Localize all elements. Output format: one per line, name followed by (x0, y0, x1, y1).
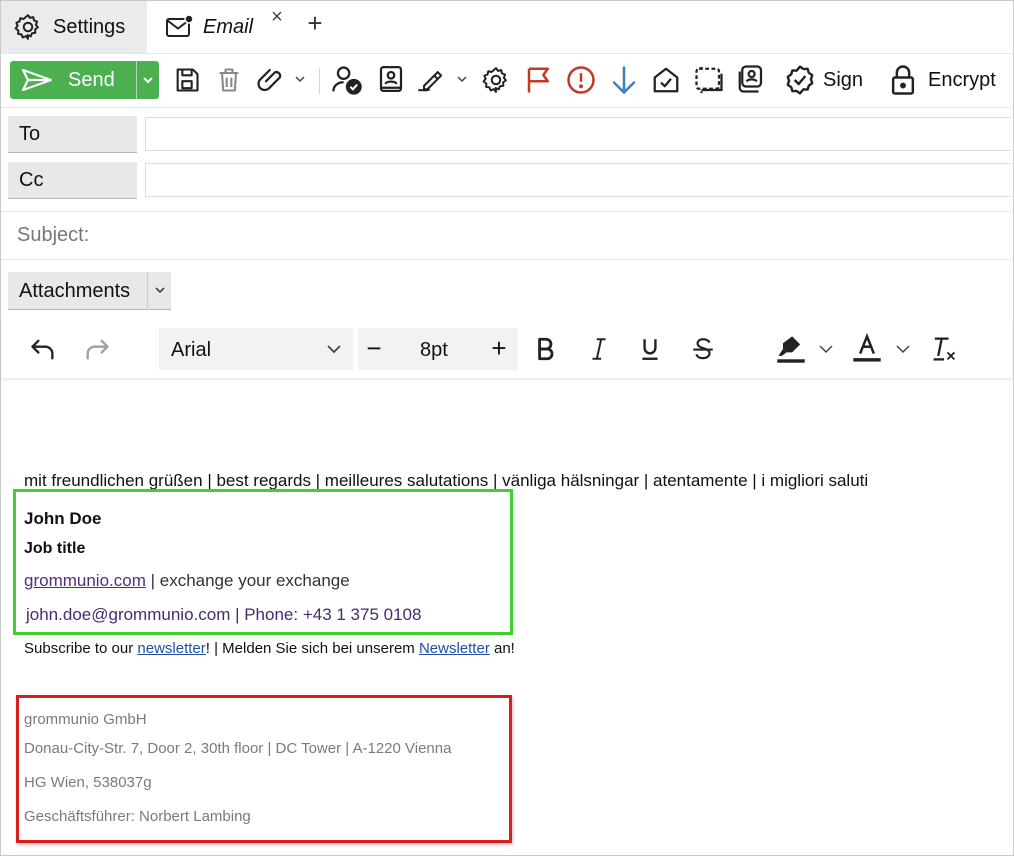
newsletter-line: Subscribe to our newsletter! | Melden Si… (24, 640, 515, 657)
redo-icon[interactable] (81, 334, 113, 364)
subject-row (1, 211, 1012, 260)
signature-tagline: | exchange your exchange (145, 571, 350, 590)
chevron-down-icon[interactable] (894, 342, 912, 356)
highlight-color-icon[interactable] (775, 332, 807, 366)
footer-registry: HG Wien, 538037g (24, 774, 152, 791)
attachments-split-divider (147, 272, 148, 310)
to-field[interactable] (145, 117, 1011, 151)
paperclip-icon[interactable] (255, 64, 287, 96)
tab-bar: Settings Email × + (1, 1, 1012, 54)
chevron-down-icon[interactable] (153, 282, 167, 303)
delete-icon[interactable] (213, 64, 245, 96)
flag-icon[interactable] (523, 64, 555, 96)
increase-font-size-button[interactable]: + (486, 334, 512, 364)
font-size-value[interactable]: 8pt (420, 339, 448, 362)
newsletter-link[interactable]: newsletter (137, 640, 205, 657)
gear-icon (13, 12, 43, 42)
format-toolbar: Arial − 8pt + (1, 320, 1012, 378)
close-tab-icon[interactable]: × (269, 7, 285, 27)
to-button[interactable]: To (8, 116, 137, 153)
compose-toolbar: Send Sign Encrypt (1, 54, 1012, 108)
sign-badge-icon[interactable] (783, 64, 817, 96)
italic-icon[interactable] (585, 334, 613, 364)
font-family-select[interactable]: Arial (159, 328, 353, 370)
subscribe-text-de: ! | Melden Sie sich bei unserem (205, 640, 419, 657)
underline-icon[interactable] (636, 334, 664, 364)
subscribe-text-end: an! (489, 640, 515, 657)
add-tab-button[interactable]: + (303, 10, 327, 37)
footer-address: Donau-City-Str. 7, Door 2, 30th floor | … (24, 740, 452, 757)
website-link[interactable]: grommunio.com (24, 571, 146, 590)
attachments-button[interactable]: Attachments (8, 272, 171, 310)
decrease-font-size-button[interactable]: − (362, 334, 386, 364)
font-size-stepper: − 8pt + (358, 328, 518, 370)
attachments-label: Attachments (19, 280, 131, 302)
low-importance-icon[interactable] (608, 64, 640, 96)
footer-company: grommunio GmbH (24, 711, 147, 728)
mail-notification-icon (165, 14, 195, 40)
chevron-down-icon[interactable] (293, 72, 307, 86)
check-names-icon[interactable] (329, 62, 365, 98)
save-icon[interactable] (171, 64, 203, 96)
subject-field[interactable] (1, 212, 1012, 259)
font-color-icon[interactable] (851, 332, 883, 366)
lock-icon[interactable] (887, 63, 919, 97)
clear-formatting-icon[interactable] (929, 333, 959, 365)
footer-director: Geschäftsführer: Norbert Lambing (24, 808, 251, 825)
cc-field[interactable] (145, 163, 1011, 197)
select-frame-icon[interactable] (693, 64, 725, 96)
send-icon (20, 67, 54, 98)
font-family-value: Arial (171, 339, 212, 361)
strikethrough-icon[interactable] (689, 334, 717, 364)
signature-job-title: Job title (24, 540, 86, 557)
undo-icon[interactable] (27, 334, 59, 364)
read-receipt-icon[interactable] (650, 64, 682, 96)
chevron-down-icon[interactable] (455, 72, 469, 86)
chevron-down-icon (325, 341, 343, 362)
address-book-icon[interactable] (375, 63, 407, 95)
chevron-down-icon[interactable] (141, 71, 155, 94)
gear-icon[interactable] (480, 64, 512, 96)
sign-label[interactable]: Sign (823, 67, 863, 93)
signature-pen-icon[interactable] (415, 63, 449, 95)
encrypt-label[interactable]: Encrypt (928, 67, 996, 93)
signature-name: John Doe (24, 509, 102, 528)
send-split-divider (136, 61, 137, 99)
chevron-down-icon[interactable] (817, 342, 835, 356)
subscribe-text: Subscribe to our (24, 640, 138, 657)
send-label: Send (68, 69, 115, 91)
toolbar-divider (319, 68, 320, 94)
cc-button[interactable]: Cc (8, 162, 137, 199)
tab-settings-label: Settings (53, 15, 126, 38)
tab-email-label: Email (203, 15, 254, 38)
contact-card-icon[interactable] (735, 63, 767, 95)
signature-contact-line[interactable]: john.doe@grommunio.com | Phone: +43 1 37… (26, 605, 421, 625)
send-button[interactable]: Send (10, 61, 159, 99)
high-importance-icon[interactable] (565, 64, 597, 96)
signature-website-line: grommunio.com | exchange your exchange (24, 571, 350, 591)
bold-icon[interactable] (531, 334, 559, 364)
tab-settings[interactable]: Settings (1, 1, 147, 53)
newsletter-link-de[interactable]: Newsletter (419, 640, 490, 657)
greeting-line: mit freundlichen grüßen | best regards |… (24, 471, 869, 490)
